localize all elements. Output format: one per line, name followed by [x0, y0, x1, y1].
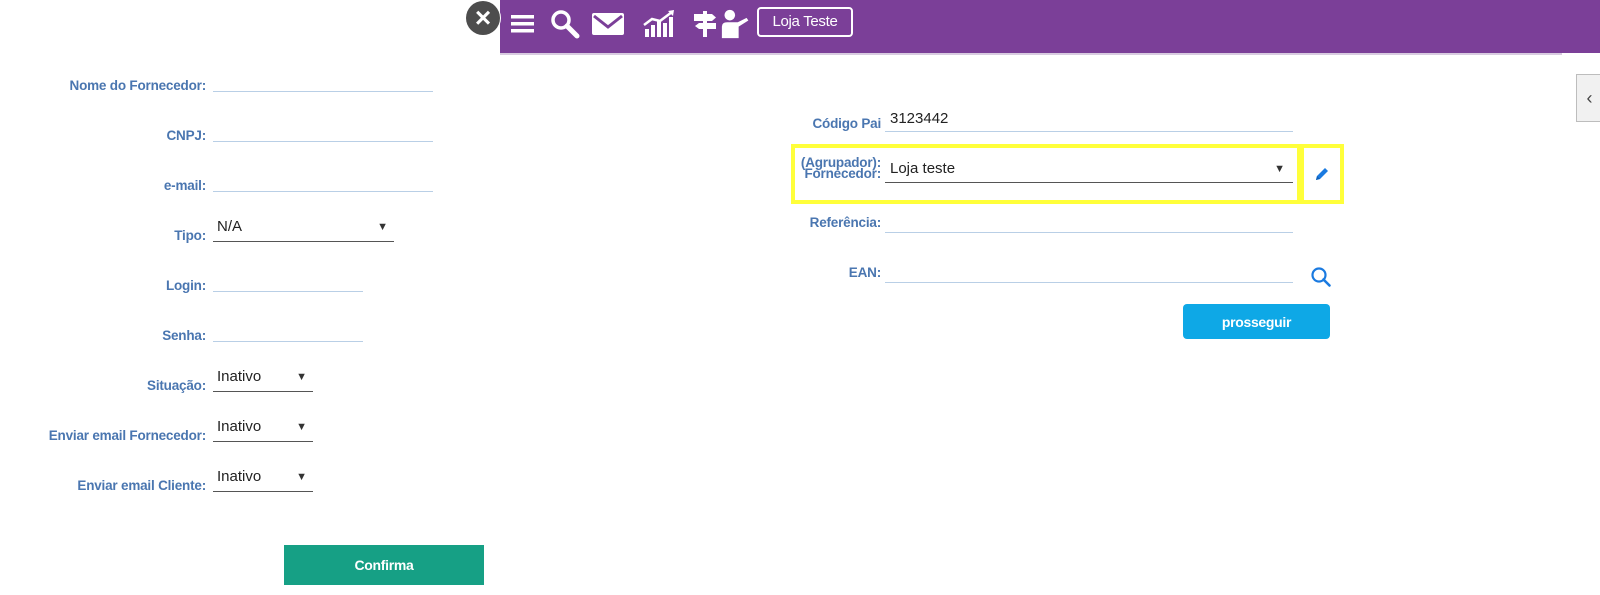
proceed-button[interactable]: prosseguir [1183, 304, 1330, 339]
cnpj-row: CNPJ: [0, 120, 480, 144]
ean-search-icon[interactable] [1310, 266, 1332, 288]
edit-pencil-icon[interactable] [1312, 164, 1332, 184]
close-icon[interactable]: × [466, 1, 500, 35]
send-email-supplier-row: Enviar email Fornecedor: Inativo ▼ [0, 418, 480, 444]
confirm-button[interactable]: Confirma [284, 545, 484, 585]
email-label: e-mail: [163, 178, 206, 193]
collapse-panel-tab[interactable]: ‹ [1576, 74, 1600, 122]
senha-row: Senha: [0, 320, 480, 344]
supplier-selected-value: Loja teste [890, 160, 956, 177]
store-selector-button[interactable]: Loja Teste [757, 7, 853, 37]
email-input[interactable] [213, 170, 433, 192]
send-email-client-row: Enviar email Cliente: Inativo ▼ [0, 468, 480, 494]
situacao-label: Situação: [147, 378, 206, 393]
parent-code-input[interactable]: 3123442 [885, 108, 1293, 132]
ean-label: EAN: [848, 265, 881, 280]
search-icon[interactable] [550, 9, 580, 39]
send-email-client-selected-value: Inativo [217, 468, 262, 485]
senha-input[interactable] [213, 320, 363, 342]
tipo-label: Tipo: [174, 228, 206, 243]
login-input[interactable] [213, 270, 363, 292]
mail-icon[interactable] [590, 9, 626, 39]
send-email-client-caret-icon: ▼ [296, 471, 307, 483]
send-email-supplier-select[interactable]: Inativo ▼ [213, 416, 313, 442]
signpost-icon[interactable] [690, 9, 720, 39]
chevron-left-icon: ‹ [1586, 88, 1593, 108]
supplier-label: Fornecedor: [804, 166, 881, 181]
send-email-client-select[interactable]: Inativo ▼ [213, 466, 313, 492]
send-email-supplier-caret-icon: ▼ [296, 421, 307, 433]
reference-input[interactable] [885, 209, 1293, 233]
tipo-select[interactable]: N/A ▼ [213, 216, 394, 242]
reference-label: Referência: [809, 215, 882, 230]
user-presenter-icon[interactable] [718, 9, 754, 39]
situacao-selected-value: Inativo [217, 368, 262, 385]
supplier-name-row: Nome do Fornecedor: [0, 70, 480, 94]
situacao-select[interactable]: Inativo ▼ [213, 366, 313, 392]
parent-code-label: Código Pai [812, 116, 882, 131]
supplier-name-input[interactable] [213, 70, 433, 92]
supplier-caret-icon: ▼ [1274, 163, 1285, 175]
supplier-select[interactable]: Loja teste ▼ [885, 157, 1293, 183]
top-navigation-bar: Loja Teste [500, 0, 1600, 53]
tipo-selected-value: N/A [217, 218, 243, 235]
chart-icon[interactable] [642, 9, 676, 39]
tipo-row: Tipo: N/A ▼ [0, 218, 480, 244]
situacao-caret-icon: ▼ [296, 371, 307, 383]
situacao-row: Situação: Inativo ▼ [0, 368, 480, 394]
tipo-caret-icon: ▼ [377, 221, 388, 233]
email-row: e-mail: [0, 170, 480, 194]
senha-label: Senha: [162, 328, 206, 343]
cnpj-label: CNPJ: [166, 128, 206, 143]
login-label: Login: [165, 278, 206, 293]
parent-code-value: 3123442 [890, 110, 949, 127]
send-email-supplier-selected-value: Inativo [217, 418, 262, 435]
login-row: Login: [0, 270, 480, 294]
supplier-name-label: Nome do Fornecedor: [69, 78, 207, 93]
grouper-supplier-label: (Agrupador): Fornecedor: [681, 156, 881, 181]
send-email-client-label: Enviar email Cliente: [77, 478, 206, 493]
cnpj-input[interactable] [213, 120, 433, 142]
topbar-divider [500, 53, 1562, 55]
supplier-form: Nome do Fornecedor: CNPJ: e-mail: Tipo: … [0, 0, 484, 595]
send-email-supplier-label: Enviar email Fornecedor: [48, 428, 206, 443]
ean-input[interactable] [885, 259, 1293, 283]
menu-icon[interactable] [508, 9, 538, 39]
